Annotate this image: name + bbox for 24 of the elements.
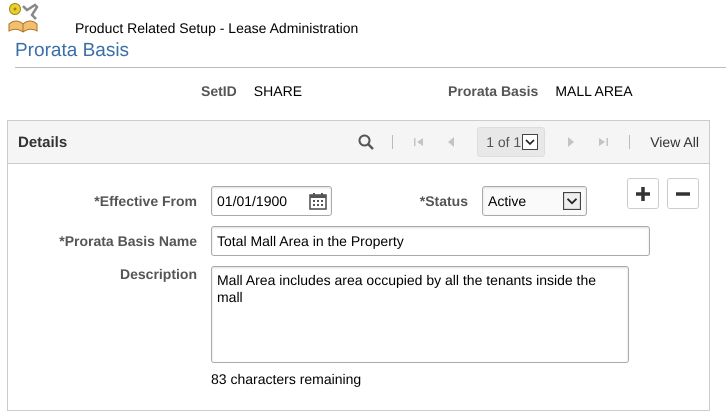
key-label: SetID bbox=[201, 83, 237, 99]
description-field[interactable]: Mall Area includes area occupied by all the tenants inside the mall bbox=[211, 266, 629, 363]
details-title: Details bbox=[18, 134, 68, 150]
field-label: *Status bbox=[418, 193, 468, 209]
minus-icon bbox=[675, 192, 691, 196]
page-selector[interactable]: 1 of 1 bbox=[477, 127, 546, 157]
field-label: *Prorata Basis Name bbox=[58, 233, 197, 249]
plus-icon bbox=[635, 186, 651, 202]
field-label: Description bbox=[118, 266, 197, 282]
page-title: Prorata Basis bbox=[15, 40, 130, 62]
field-label: *Effective From bbox=[93, 193, 197, 209]
status-dropdown[interactable]: Active bbox=[482, 186, 587, 216]
key-label: Prorata Basis bbox=[448, 83, 538, 99]
key-value: MALL AREA bbox=[555, 83, 633, 99]
key-value: SHARE bbox=[254, 83, 302, 99]
add-row-button[interactable] bbox=[627, 178, 659, 209]
view-all-link[interactable]: View All bbox=[650, 134, 699, 150]
delete-row-button[interactable] bbox=[667, 178, 699, 209]
name-field[interactable]: Total Mall Area in the Property bbox=[211, 226, 650, 256]
search-icon[interactable] bbox=[358, 134, 374, 150]
characters-remaining: 83 characters remaining bbox=[211, 371, 362, 387]
calendar-icon[interactable] bbox=[309, 192, 327, 210]
date-field[interactable]: 01/01/1900 bbox=[211, 186, 332, 216]
header-title: Product Related Setup - Lease Administration bbox=[75, 20, 358, 36]
